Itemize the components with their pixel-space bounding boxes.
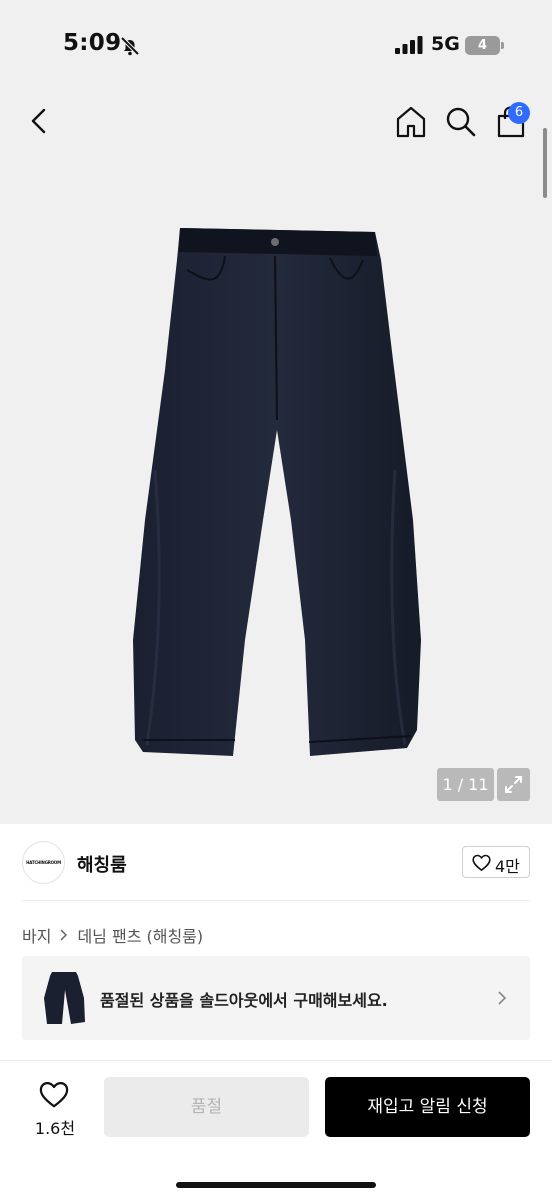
image-counter: 1 / 11	[437, 768, 494, 801]
wishlist-button[interactable]: 1.6천	[26, 1077, 84, 1141]
brand-logo[interactable]: HATCHINGROOM	[22, 841, 65, 884]
scrollbar[interactable]	[543, 128, 547, 198]
expand-icon	[505, 776, 522, 793]
heart-icon	[39, 1082, 69, 1108]
wishlist-count: 1.6천	[34, 1119, 76, 1138]
breadcrumb: 바지 데님 팬츠 (해칭룸)	[22, 924, 203, 946]
breadcrumb-item[interactable]: 바지	[22, 923, 51, 947]
restock-alert-button[interactable]: 재입고 알림 신청	[325, 1077, 530, 1137]
search-icon[interactable]	[443, 104, 479, 140]
breadcrumb-item[interactable]: 데님 팬츠 (해칭룸)	[77, 923, 203, 947]
bell-slash-icon	[120, 36, 140, 56]
bottom-action-bar: 1.6천 품절 재입고 알림 신청	[0, 1060, 552, 1200]
chevron-right-icon	[60, 929, 68, 941]
product-thumbnail	[44, 972, 85, 1024]
back-icon[interactable]	[24, 104, 56, 138]
soldout-link-banner[interactable]: 품절된 상품을 솔드아웃에서 구매해보세요.	[22, 956, 530, 1040]
status-bar: 5:09 5G 4	[0, 0, 552, 90]
cart-count-badge: 6	[508, 102, 530, 124]
home-indicator	[176, 1182, 376, 1188]
soldout-button: 품절	[104, 1077, 309, 1137]
expand-image-button[interactable]	[497, 768, 530, 801]
brand-row: HATCHINGROOM 해칭룸 4만	[0, 824, 552, 900]
brand-like-count: 4만	[495, 857, 520, 876]
battery-icon: 4	[465, 36, 505, 55]
divider	[22, 900, 530, 901]
heart-icon	[472, 854, 491, 871]
soldout-banner-text: 품절된 상품을 솔드아웃에서 구매해보세요.	[100, 991, 388, 1010]
home-icon[interactable]	[393, 104, 429, 140]
brand-name[interactable]: 해칭룸	[77, 851, 127, 877]
status-time: 5:09	[63, 30, 122, 56]
signal-icon	[395, 36, 423, 54]
battery-level: 4	[465, 36, 500, 55]
product-image-denim-pants	[133, 228, 421, 756]
chevron-right-icon	[498, 991, 507, 1005]
brand-like-button[interactable]: 4만	[462, 846, 530, 878]
network-type: 5G	[431, 33, 460, 55]
